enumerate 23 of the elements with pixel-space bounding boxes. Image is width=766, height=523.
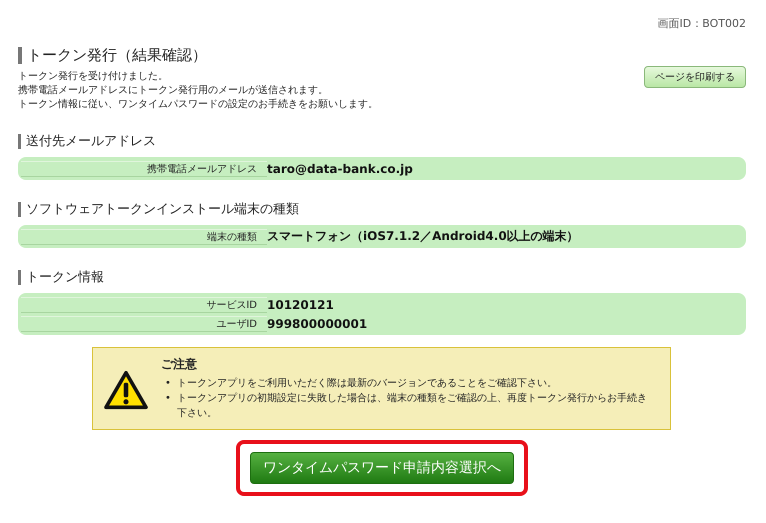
warning-icon: [103, 370, 149, 410]
field-label: ユーザID: [21, 316, 267, 332]
field-value: 999800000001: [267, 316, 368, 330]
intro-text: 携帯電話メールアドレスにトークン発行用のメールが送信されます。: [18, 84, 329, 98]
intro-text: トークン発行を受け付けました。: [18, 70, 169, 84]
field-value: 10120121: [267, 298, 334, 312]
notice-item: トークンアプリをご利用いただく際は最新のバージョンであることをご確認下さい。: [176, 376, 558, 391]
field-label: 携帯電話メールアドレス: [21, 160, 267, 176]
intro-text: トークン情報に従い、ワンタイムパスワードの設定のお手続きをお願いします。: [18, 98, 378, 112]
next-button[interactable]: ワンタイムパスワード申請内容選択へ: [250, 452, 514, 484]
field-label: サービスID: [21, 296, 267, 312]
section-title: ソフトウェアトークンインストール端末の種類: [18, 202, 746, 217]
field-value: taro@data-bank.co.jp: [267, 162, 413, 176]
bullet-icon: •: [161, 376, 171, 391]
notice-item: トークンアプリの初期設定に失敗した場合は、端末の種類をご確認の上、再度トークン発行からお手続き下さい。: [176, 392, 648, 421]
section-title: 送付先メールアドレス: [18, 134, 746, 149]
section-title: トークン情報: [18, 270, 746, 285]
bullet-icon: •: [161, 391, 171, 421]
notice-title: ご注意: [161, 356, 198, 373]
print-button[interactable]: ページを印刷する: [644, 66, 746, 88]
field-label: 端末の種類: [21, 228, 267, 244]
screen-id: 画面ID：BOT002: [656, 16, 746, 31]
field-value: スマートフォン（iOS7.1.2／Android4.0以上の端末）: [267, 228, 579, 245]
